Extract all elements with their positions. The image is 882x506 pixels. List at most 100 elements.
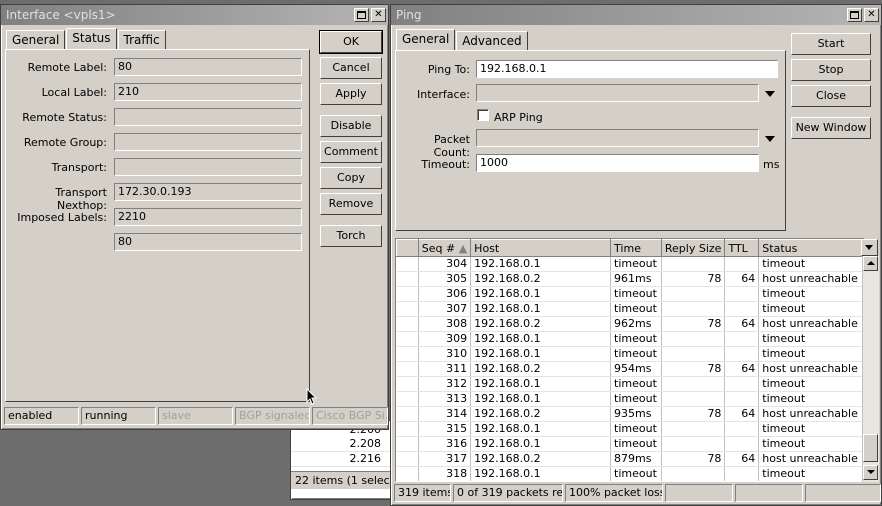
new-window-button[interactable]: New Window [791,117,871,139]
ttl-cell [724,391,760,407]
column-header-host[interactable]: Host [470,239,612,257]
maximize-icon[interactable] [354,8,369,22]
tab-status[interactable]: Status [66,28,117,49]
table-row[interactable]: 309 192.168.0.1 timeout timeout [396,331,864,347]
timeout-input[interactable]: 1000 [476,154,759,172]
packet-count-select[interactable] [476,129,759,147]
reply-size-cell [661,256,726,272]
ping-titlebar[interactable]: Ping ✕ [391,5,881,25]
maximize-icon[interactable] [847,8,862,22]
table-row[interactable]: 317 192.168.0.2 879ms 78 64 host unreachable [396,451,864,467]
interface-titlebar[interactable]: Interface <vpls1> ✕ [1,5,388,25]
table-row[interactable]: 316 192.168.0.1 timeout timeout [396,436,864,452]
table-row[interactable]: 313 192.168.0.1 timeout timeout [396,391,864,407]
status-cell: host unreachable [758,361,864,377]
reply-size-cell: 78 [661,316,726,332]
comment-button[interactable]: Comment [320,141,382,163]
copy-button[interactable]: Copy [320,167,382,189]
reply-size-cell: 78 [661,361,726,377]
table-row[interactable]: 308 192.168.0.2 962ms 78 64 host unreachable [396,316,864,332]
status-cell: timeout [758,466,864,481]
ttl-cell: 64 [724,271,760,287]
reply-size-cell: 78 [661,406,726,422]
scroll-thumb[interactable] [863,434,878,462]
list-item[interactable]: 2.216 [291,452,391,467]
scroll-up-button[interactable] [863,256,878,271]
scroll-down-button[interactable] [863,465,878,480]
ok-button[interactable]: OK [319,30,383,54]
table-row[interactable]: 310 192.168.0.1 timeout timeout [396,346,864,362]
imposed-labels-field-2[interactable]: 80 [114,233,302,251]
column-header-status[interactable]: Status [758,239,864,257]
table-row[interactable]: 314 192.168.0.2 935ms 78 64 host unreachable [396,406,864,422]
tab-traffic[interactable]: Traffic [117,30,166,49]
vertical-scrollbar[interactable] [862,256,879,482]
flag-cell [396,331,419,347]
torch-button[interactable]: Torch [320,225,382,247]
chevron-down-icon[interactable] [765,91,775,97]
flag-cell [396,391,419,407]
table-row[interactable]: 305 192.168.0.2 961ms 78 64 host unreachable [396,271,864,287]
column-header-flag[interactable] [396,239,419,257]
table-row[interactable]: 318 192.168.0.1 timeout timeout [396,466,864,481]
transport-nexthop-field[interactable]: 172.30.0.193 [114,183,302,201]
stop-button[interactable]: Stop [791,59,871,81]
seq-cell: 304 [418,256,472,272]
column-header-ttl[interactable]: TTL [724,239,760,257]
close-button[interactable]: Close [791,85,871,107]
remote-group-label: Remote Group: [23,136,107,149]
tab-advanced[interactable]: Advanced [456,31,528,50]
time-cell: timeout [610,256,662,272]
remote-label-field[interactable]: 80 [114,58,302,76]
seq-cell: 306 [418,286,472,302]
start-button[interactable]: Start [791,33,871,55]
remove-button[interactable]: Remove [320,193,382,215]
imposed-labels-field[interactable]: 2210 [114,208,302,226]
table-row[interactable]: 304 192.168.0.1 timeout timeout [396,256,864,272]
column-header-reply-size[interactable]: Reply Size [660,239,726,257]
close-icon[interactable]: ✕ [864,8,879,22]
time-cell: timeout [610,376,662,392]
status-enabled: enabled [4,407,79,425]
seq-cell: 317 [418,451,472,467]
column-header-seq[interactable]: Seq # ▲ [417,239,472,257]
table-row[interactable]: 306 192.168.0.1 timeout timeout [396,286,864,302]
chevron-down-icon[interactable] [765,136,775,142]
local-label-field[interactable]: 210 [114,83,302,101]
cancel-button[interactable]: Cancel [320,57,382,79]
interface-window: Interface <vpls1> ✕ General Status Traff… [0,4,389,430]
time-cell: timeout [610,331,662,347]
table-row[interactable]: 312 192.168.0.1 timeout timeout [396,376,864,392]
arp-ping-checkbox[interactable] [477,109,489,121]
transport-nexthop-label: Transport Nexthop: [55,186,107,212]
flag-cell [396,256,419,272]
interface-select[interactable] [476,84,759,102]
list-item[interactable]: 2.208 [291,437,391,452]
ping-to-input[interactable]: 192.168.0.1 [476,60,778,78]
apply-button[interactable]: Apply [320,83,382,105]
reply-size-cell: 78 [661,271,726,287]
time-cell: timeout [610,391,662,407]
column-header-time[interactable]: Time [610,239,662,257]
ping-general-panel: Ping To: 192.168.0.1 Interface: ARP Ping… [395,50,786,231]
reply-size-cell [661,391,726,407]
table-row[interactable]: 315 192.168.0.1 timeout timeout [396,421,864,437]
time-cell: timeout [610,466,662,481]
status-running: running [81,407,156,425]
transport-field[interactable] [114,158,302,176]
tab-general[interactable]: General [6,30,66,49]
host-cell: 192.168.0.1 [470,466,612,481]
remote-status-field[interactable] [114,108,302,126]
ttl-cell [724,466,760,481]
table-row[interactable]: 311 192.168.0.2 954ms 78 64 host unreachable [396,361,864,377]
list-status: 22 items (1 selected) [291,471,401,489]
remote-group-field[interactable] [114,133,302,151]
disable-button[interactable]: Disable [320,115,382,137]
time-cell: 962ms [610,316,662,332]
table-row[interactable]: 307 192.168.0.1 timeout timeout [396,301,864,317]
tab-general[interactable]: General [396,29,456,50]
column-menu-button[interactable] [861,239,878,256]
flag-cell [396,451,419,467]
host-cell: 192.168.0.1 [470,331,612,347]
close-icon[interactable]: ✕ [371,8,386,22]
